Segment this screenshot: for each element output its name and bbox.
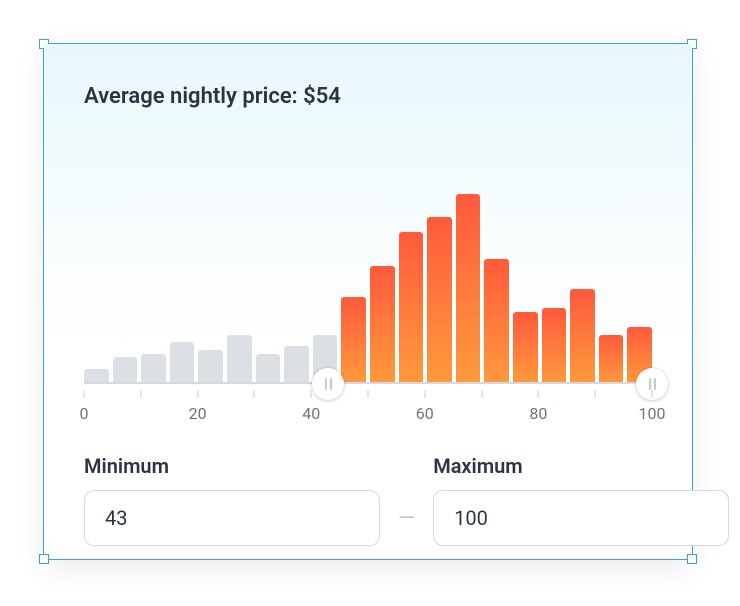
histogram-bar <box>227 335 252 384</box>
histogram-bar <box>427 217 452 384</box>
axis-label-value: 40 <box>302 404 320 423</box>
axis-tick <box>368 390 369 398</box>
histogram-bar <box>542 308 567 384</box>
histogram-bar <box>256 354 281 384</box>
histogram-bar <box>456 194 481 384</box>
axis-tick <box>652 390 653 398</box>
selection-handle-br[interactable] <box>687 554 697 564</box>
selection-handle-bl[interactable] <box>39 554 49 564</box>
min-price-group: Minimum <box>84 454 380 546</box>
x-axis: 020406080100 <box>84 384 652 434</box>
histogram-bar <box>113 357 138 384</box>
axis-ticks <box>84 384 652 398</box>
axis-label-value: 80 <box>529 404 547 423</box>
axis-label-value: 60 <box>416 404 434 423</box>
histogram-bar <box>399 232 424 384</box>
axis-tick <box>311 390 312 398</box>
range-separator: — <box>398 490 415 546</box>
histogram-bar <box>370 266 395 384</box>
axis-label-value: 100 <box>639 404 666 423</box>
axis-labels: 020406080100 <box>84 404 652 428</box>
axis-tick <box>84 390 85 398</box>
axis-tick <box>254 390 255 398</box>
title-label: Average nightly price: <box>84 84 303 109</box>
axis-tick <box>424 390 425 398</box>
axis-label-value: 0 <box>80 404 89 423</box>
price-filter-card: Average nightly price: $54 020406080100 … <box>43 43 693 560</box>
histogram-bar <box>170 342 195 384</box>
axis-tick <box>481 390 482 398</box>
histogram-bar <box>341 297 366 384</box>
axis-tick <box>197 390 198 398</box>
min-price-label: Minimum <box>84 454 380 478</box>
axis-tick <box>140 390 141 398</box>
histogram-bars <box>84 194 652 384</box>
card-top: Average nightly price: $54 <box>44 44 692 384</box>
histogram-bar <box>484 259 509 384</box>
axis-tick <box>538 390 539 398</box>
max-price-input[interactable] <box>433 490 729 546</box>
price-inputs-row: Minimum — Maximum <box>84 454 652 546</box>
average-price-value: $54 <box>303 84 341 109</box>
histogram-bar <box>284 346 309 384</box>
histogram-bar <box>570 289 595 384</box>
histogram-bar <box>141 354 166 384</box>
histogram-bar <box>599 335 624 384</box>
histogram-bar <box>198 350 223 384</box>
price-histogram <box>84 194 652 384</box>
page-title: Average nightly price: $54 <box>84 84 652 109</box>
histogram-bar <box>513 312 538 384</box>
max-price-group: Maximum <box>433 454 729 546</box>
axis-label-value: 20 <box>189 404 207 423</box>
min-price-input[interactable] <box>84 490 380 546</box>
axis-tick <box>595 390 596 398</box>
max-price-label: Maximum <box>433 454 729 478</box>
